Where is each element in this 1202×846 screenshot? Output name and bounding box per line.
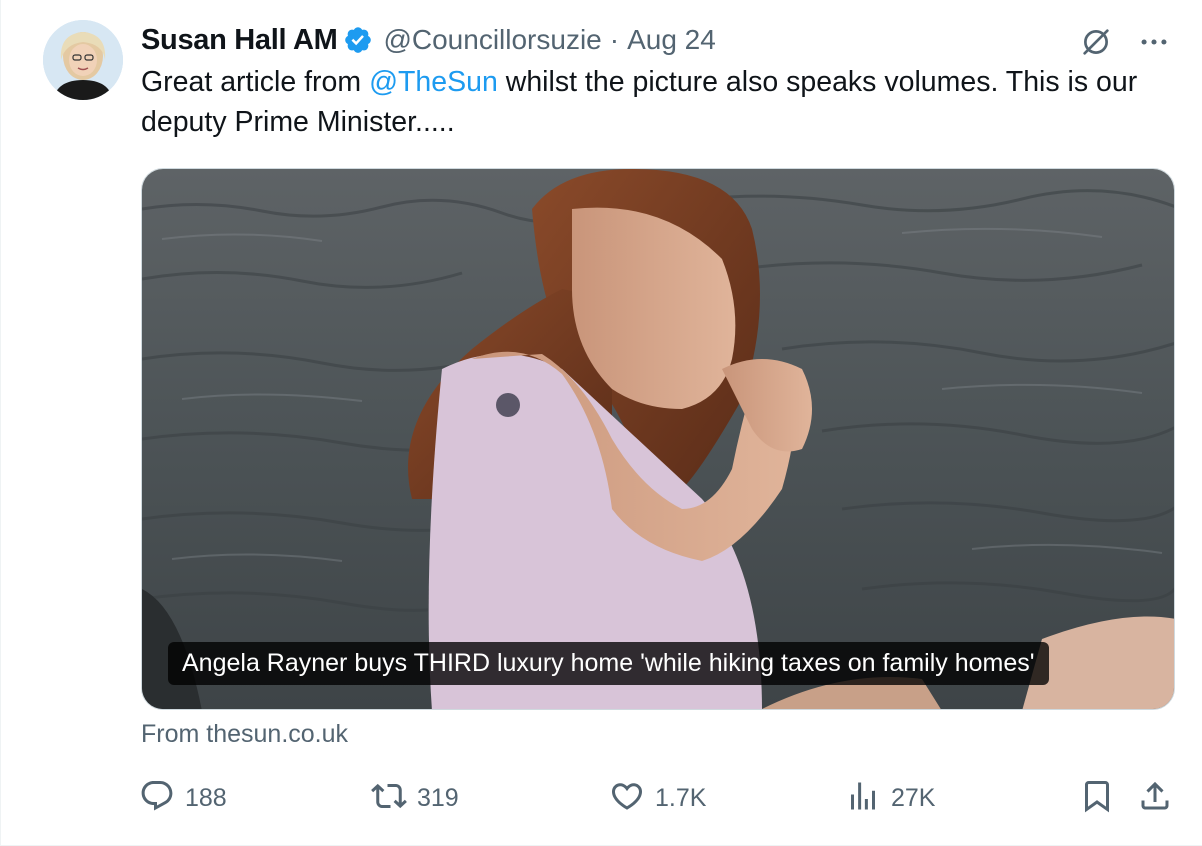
tweet-text: Great article from @TheSun whilst the pi… [141,62,1181,142]
reply-count: 188 [185,783,227,812]
link-card[interactable]: Angela Rayner buys THIRD luxury home 'wh… [141,168,1175,710]
views-button[interactable]: 27K [845,776,935,820]
share-icon [1137,778,1173,819]
like-icon [609,778,645,819]
tweet: Susan Hall AM @Councillorsuzie · Aug 24 [0,0,1202,846]
repost-button[interactable]: 319 [371,776,459,820]
like-count: 1.7K [655,783,707,812]
repost-icon [371,778,407,819]
reply-button[interactable]: 188 [139,776,227,820]
card-caption: Angela Rayner buys THIRD luxury home 'wh… [168,642,1049,685]
action-bar: 188 319 1.7K 27K [139,776,1179,820]
repost-count: 319 [417,783,459,812]
mention-link[interactable]: @TheSun [369,66,498,98]
share-button[interactable] [1137,776,1173,820]
views-icon [845,778,881,819]
like-button[interactable]: 1.7K [609,776,706,820]
card-photo [142,169,1174,709]
tweet-text-before: Great article from [141,66,370,98]
separator: · [609,24,620,55]
views-count: 27K [891,783,936,812]
top-actions [1078,24,1172,60]
avatar[interactable] [43,20,123,100]
handle[interactable]: @Councillorsuzie [383,24,601,56]
card-source[interactable]: From thesun.co.uk [141,720,348,749]
timestamp[interactable]: Aug 24 [627,24,716,56]
tweet-header: Susan Hall AM @Councillorsuzie · Aug 24 [141,22,716,58]
display-name[interactable]: Susan Hall AM [141,24,338,57]
grok-icon[interactable] [1078,24,1114,60]
reply-icon [139,778,175,819]
more-icon[interactable] [1136,24,1172,60]
bookmark-button[interactable] [1079,776,1115,820]
verified-badge-icon[interactable] [343,25,373,55]
bookmark-icon [1079,778,1115,819]
